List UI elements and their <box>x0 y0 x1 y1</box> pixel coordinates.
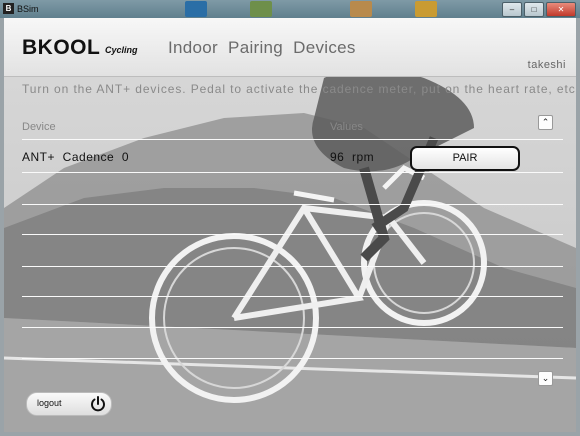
logout-button[interactable]: logout <box>26 392 112 416</box>
minimize-icon[interactable]: – <box>502 2 522 17</box>
app-window: B BSim – □ ✕ BKOOL Cycling Indoor Pairin… <box>0 0 580 436</box>
close-icon[interactable]: ✕ <box>546 2 576 17</box>
power-icon <box>91 396 105 412</box>
instructions-text: Turn on the ANT+ devices. Pedal to activ… <box>22 82 576 96</box>
app-icon: B <box>3 3 14 14</box>
window-controls: – □ ✕ <box>502 2 576 17</box>
chevron-down-icon[interactable]: ⌄ <box>538 371 553 386</box>
taskbar-thumbnails <box>180 0 540 18</box>
brand-logo: BKOOL <box>22 36 101 59</box>
row-divider <box>22 327 563 328</box>
thumbnail-icon <box>350 1 372 17</box>
pair-button[interactable]: PAIR <box>410 146 520 171</box>
logout-label: logout <box>37 398 62 408</box>
column-header-values: Values <box>330 121 363 133</box>
user-name[interactable]: takeshi <box>528 59 566 71</box>
thumbnail-icon <box>185 1 207 17</box>
thumbnail-icon <box>415 1 437 17</box>
row-divider <box>22 172 563 173</box>
cyclist-background-image <box>4 18 576 432</box>
app-header: BKOOL Cycling Indoor Pairing Devices tak… <box>4 18 576 77</box>
row-divider <box>22 234 563 235</box>
maximize-icon[interactable]: □ <box>524 2 544 17</box>
brand-logo-subtitle: Cycling <box>105 45 138 55</box>
device-value: 96 rpm <box>330 150 375 164</box>
window-title: BSim <box>17 4 39 14</box>
title-bar: B BSim – □ ✕ <box>0 0 580 18</box>
row-divider <box>22 266 563 267</box>
thumbnail-icon <box>250 1 272 17</box>
row-divider <box>22 139 563 140</box>
column-header-device: Device <box>22 121 56 133</box>
row-divider <box>22 296 563 297</box>
app-content: BKOOL Cycling Indoor Pairing Devices tak… <box>4 18 576 432</box>
chevron-up-icon[interactable]: ⌃ <box>538 115 553 130</box>
device-name: ANT+ Cadence 0 <box>22 150 130 164</box>
page-title: Indoor Pairing Devices <box>168 38 356 57</box>
row-divider <box>22 358 563 359</box>
row-divider <box>22 204 563 205</box>
